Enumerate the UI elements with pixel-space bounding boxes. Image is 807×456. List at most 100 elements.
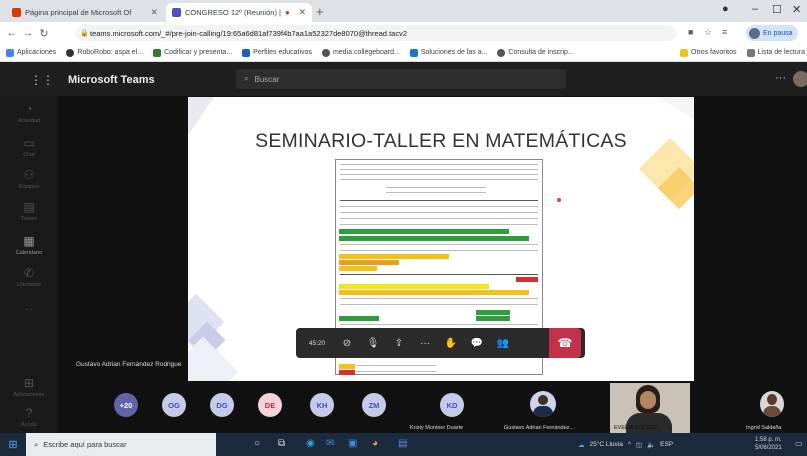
rail-item-more[interactable]: ...: [0, 302, 58, 313]
mic-off-icon[interactable]: 🎙: [360, 328, 386, 358]
rail-item-apps[interactable]: ⊞ Aplicaciones: [0, 376, 58, 398]
rail-item-help[interactable]: ? Ayuda: [0, 406, 58, 428]
participant-avatar[interactable]: OG: [162, 393, 186, 417]
raise-hand-icon[interactable]: ✋: [438, 328, 464, 358]
rail-item-calendar[interactable]: ▦ Calendario: [0, 234, 58, 256]
participant-avatar[interactable]: ZM: [362, 393, 386, 417]
participant-avatar[interactable]: DG: [210, 393, 234, 417]
hang-up-button[interactable]: ☎: [549, 328, 581, 358]
bookmark-star-icon[interactable]: ☆: [704, 27, 712, 38]
lang-indicator[interactable]: ESP: [660, 441, 673, 448]
participant-avatar[interactable]: DE: [258, 393, 282, 417]
taskbar-clock[interactable]: 1:58 p. m. 5/06/2021: [755, 436, 782, 452]
tab-close-icon[interactable]: ✕: [298, 7, 306, 18]
bookmark-label: Aplicaciones: [17, 49, 57, 56]
bookmark-item[interactable]: media.collegeboard...: [321, 48, 400, 57]
network-icon[interactable]: ◫: [636, 441, 642, 449]
edge-icon[interactable]: ◉: [306, 438, 315, 449]
rail-item-chat[interactable]: ▭ Chat: [0, 136, 58, 158]
bookmark-item[interactable]: Soluciones de las a...: [409, 48, 487, 57]
new-tab-button[interactable]: +: [316, 4, 324, 19]
participant-photo: [760, 391, 784, 417]
browser-tab-teams[interactable]: CONGRESO 12º (Reunión) | ● ✕: [166, 3, 312, 22]
store-icon[interactable]: ▣: [348, 438, 357, 449]
participant-photo: [530, 391, 556, 417]
maximize-button[interactable]: ☐: [772, 3, 782, 16]
chat-icon[interactable]: 💬: [464, 328, 490, 358]
video-tile[interactable]: Ingrid Saldaña: [738, 383, 807, 433]
participant-name: Gustavo Adrian Fernández...: [504, 425, 575, 431]
video-tile[interactable]: Gustavo Adrian Fernández...: [492, 383, 596, 433]
participant-avatar[interactable]: KH: [310, 393, 334, 417]
sheet-line: [340, 212, 538, 213]
bookmark-label: Codificar y presenta...: [164, 49, 233, 56]
bookmark-item[interactable]: Codificar y presenta...: [153, 48, 233, 57]
left-rail: ◔ Actividad ▭ Chat ⚇ Equipos ▤ Tareas ▦ Calen…: [0, 96, 58, 433]
sheet-row-green: [339, 316, 379, 321]
url-text: teams.microsoft.com/_#/pre-join-calling/…: [90, 28, 407, 38]
other-bookmarks[interactable]: Otros favoritos: [680, 48, 737, 57]
reload-icon[interactable]: ↻: [36, 27, 52, 40]
participant-name: Kristy Montser Duarte: [410, 425, 464, 431]
reading-list-icon: [746, 48, 755, 57]
rail-item-teams[interactable]: ⚇ Equipos: [0, 168, 58, 190]
forward-arrow-icon[interactable]: →: [20, 27, 36, 39]
minimize-button[interactable]: –: [752, 3, 758, 15]
participant-avatar[interactable]: KD: [440, 393, 464, 417]
more-actions-icon[interactable]: ···: [412, 328, 438, 358]
teams-header: ⋮⋮ Microsoft Teams ⌕ Buscar ···: [0, 62, 807, 96]
mail-icon[interactable]: ✉: [326, 438, 334, 449]
windows-start-icon[interactable]: ⊞: [0, 438, 26, 451]
sheet-line: [340, 274, 538, 275]
more-options-icon[interactable]: ···: [775, 72, 786, 84]
notifications-icon[interactable]: ▭: [795, 439, 803, 448]
bookmark-item[interactable]: Perfiles educativos: [242, 48, 312, 57]
rail-item-tasks[interactable]: ▤ Tareas: [0, 200, 58, 222]
participant-overflow-avatar[interactable]: +20: [114, 393, 138, 417]
folder-icon: [680, 48, 688, 57]
share-screen-icon[interactable]: ⇪: [386, 328, 412, 358]
search-input[interactable]: ⌕ Buscar: [236, 69, 566, 89]
video-tile[interactable]: EVELIN TOCHEZ: [610, 383, 690, 433]
chevron-up-icon[interactable]: ^: [628, 441, 631, 448]
site-favicon-icon: [409, 48, 418, 57]
clock-time: 1:58 p. m.: [755, 437, 782, 443]
photo-body: [763, 406, 781, 417]
camera-off-icon[interactable]: ⊘: [334, 328, 360, 358]
taskbar-search-input[interactable]: ⌕ Escribe aquí para buscar: [26, 433, 216, 456]
app-title: Microsoft Teams: [68, 74, 155, 86]
chrome-icon[interactable]: ◕: [372, 438, 378, 449]
profile-button[interactable]: En pausa: [746, 25, 798, 41]
rail-item-calls[interactable]: ✆ Llamadas: [0, 266, 58, 288]
volume-icon[interactable]: 🔈: [647, 441, 655, 449]
slide-title: SEMINARIO-TALLER EN MATEMÁTICAS: [255, 130, 627, 152]
teams-taskbar-icon[interactable]: ▤: [398, 438, 407, 449]
bookmark-item[interactable]: RoboRobo: aspa el...: [66, 48, 143, 57]
back-arrow-icon[interactable]: ←: [4, 27, 20, 39]
weather-text[interactable]: 25°C Lluvia: [590, 441, 623, 448]
rail-item-activity[interactable]: ◔ Actividad: [0, 102, 58, 124]
tab-close-icon[interactable]: ✕: [150, 7, 158, 18]
reading-list-icon[interactable]: ≡: [722, 27, 727, 37]
bookmark-label: media.collegeboard...: [332, 49, 400, 56]
reading-list[interactable]: Lista de lectura: [746, 48, 805, 57]
slide-decoration: [658, 97, 694, 119]
participants-icon[interactable]: 👥: [490, 328, 516, 358]
phone-icon: ✆: [23, 266, 35, 280]
rail-label: Llamadas: [17, 282, 41, 288]
browser-tab-office[interactable]: Página principal de Microsoft Of ✕: [6, 3, 164, 22]
sheet-line: [340, 324, 538, 325]
cortana-icon[interactable]: ○: [254, 438, 260, 449]
bookmark-item[interactable]: Consulta de inscrip...: [497, 48, 574, 57]
user-avatar[interactable]: [793, 71, 807, 87]
camera-permission-icon[interactable]: ■: [688, 27, 693, 37]
bookmark-item[interactable]: Aplicaciones: [6, 48, 57, 57]
close-window-button[interactable]: ✕: [792, 3, 801, 16]
task-view-icon[interactable]: ⧉: [278, 438, 285, 449]
app-launcher-icon[interactable]: ⋮⋮: [30, 73, 54, 87]
avatar-initials: OG: [168, 400, 180, 410]
address-bar[interactable]: 🔒 teams.microsoft.com/_#/pre-join-callin…: [76, 25, 676, 41]
globe-icon: [66, 48, 75, 57]
chat-icon: ▭: [23, 136, 35, 150]
tab-title: CONGRESO 12º (Reunión) |: [185, 8, 281, 17]
